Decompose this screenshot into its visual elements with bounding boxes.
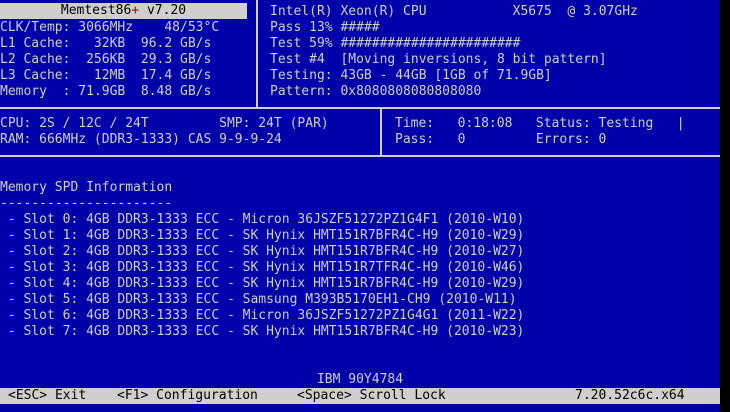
cpu-topology-line: CPU: 2S / 12C / 24T SMP: 24T (PAR) <box>0 116 329 131</box>
memtest-screen: Memtest86+ v7.20 CLK/Temp: 3066MHz 48/53… <box>0 0 720 412</box>
l2-cache-line: L2 Cache: 256KB 29.3 GB/s <box>0 52 212 67</box>
spd-slot-row: - Slot 1: 4GB DDR3-1333 ECC - SK Hynix H… <box>0 228 525 243</box>
l1-cache-line: L1 Cache: 32KB 96.2 GB/s <box>0 36 212 51</box>
pass-progress-line: Pass 13% ##### <box>270 20 380 35</box>
app-version: v7.20 <box>139 3 187 18</box>
build-version: 7.20.52c6c.x64 <box>575 388 685 403</box>
time-status-line: Time: 0:18:08 Status: Testing | <box>395 116 685 131</box>
l3-cache-line: L3 Cache: 12MB 17.4 GB/s <box>0 68 212 83</box>
cpu-info-panel: CPU: 2S / 12C / 24T SMP: 24T (PAR) RAM: … <box>0 116 380 148</box>
app-plus-mark: + <box>131 3 140 18</box>
command-bar: <ESC> Exit <F1> Configuration <Space> Sc… <box>0 388 720 404</box>
spd-slot-row: - Slot 0: 4GB DDR3-1333 ECC - Micron 36J… <box>0 212 525 227</box>
configuration-command[interactable]: <F1> Configuration <box>117 388 258 404</box>
spd-title: Memory SPD Information <box>0 180 173 195</box>
spd-info-panel: Memory SPD Information -----------------… <box>0 180 720 340</box>
pass-errors-line: Pass: 0 Errors: 0 <box>395 132 607 147</box>
scroll-lock-command[interactable]: <Space> Scroll Lock <box>297 388 446 404</box>
cpu-model-line: Intel(R) Xeon(R) CPU X5675 @ 3.07GHz <box>270 4 638 19</box>
spd-title-underline: ---------------------- <box>0 196 173 211</box>
spd-slot-row: - Slot 4: 4GB DDR3-1333 ECC - SK Hynix H… <box>0 276 525 291</box>
spd-slot-row: - Slot 7: 4GB DDR3-1333 ECC - SK Hynix H… <box>0 324 525 339</box>
exit-command[interactable]: <ESC> Exit <box>8 388 86 404</box>
spd-slot-row: - Slot 2: 4GB DDR3-1333 ECC - SK Hynix H… <box>0 244 525 259</box>
memory-line: Memory : 71.9GB 8.48 GB/s <box>0 84 212 99</box>
section-divider-top <box>0 107 720 109</box>
testing-range-line: Testing: 43GB - 44GB [1GB of 71.9GB] <box>270 68 552 83</box>
pattern-line: Pattern: 0x8080808080808080 <box>270 84 482 99</box>
top-panel-divider <box>256 0 258 107</box>
spd-slot-row: - Slot 3: 4GB DDR3-1333 ECC - SK Hynix H… <box>0 260 525 275</box>
system-stats-panel: CLK/Temp: 3066MHz 48/53°C L1 Cache: 32KB… <box>0 20 250 100</box>
spd-slot-row: - Slot 5: 4GB DDR3-1333 ECC - Samsung M3… <box>0 292 517 307</box>
spd-slot-row: - Slot 6: 4GB DDR3-1333 ECC - Micron 36J… <box>0 308 525 323</box>
screen-border <box>720 0 730 412</box>
ram-timing-line: RAM: 666MHz (DDR3-1333) CAS 9-9-9-24 <box>0 132 282 147</box>
clk-temp-line: CLK/Temp: 3066MHz 48/53°C <box>0 20 220 35</box>
app-name: Memtest86 <box>60 3 132 18</box>
section-divider-bottom <box>0 155 720 157</box>
test-progress-line: Test 59% ####################### <box>270 36 521 51</box>
test-progress-panel: Intel(R) Xeon(R) CPU X5675 @ 3.07GHz Pas… <box>270 4 720 100</box>
test-name-line: Test #4 [Moving inversions, 8 bit patter… <box>270 52 607 67</box>
status-panel: Time: 0:18:08 Status: Testing | Pass: 0 … <box>395 116 720 148</box>
middle-panel-divider <box>380 109 382 155</box>
system-model: IBM 90Y4784 <box>316 372 404 387</box>
app-title: Memtest86+ v7.20 <box>0 3 247 19</box>
